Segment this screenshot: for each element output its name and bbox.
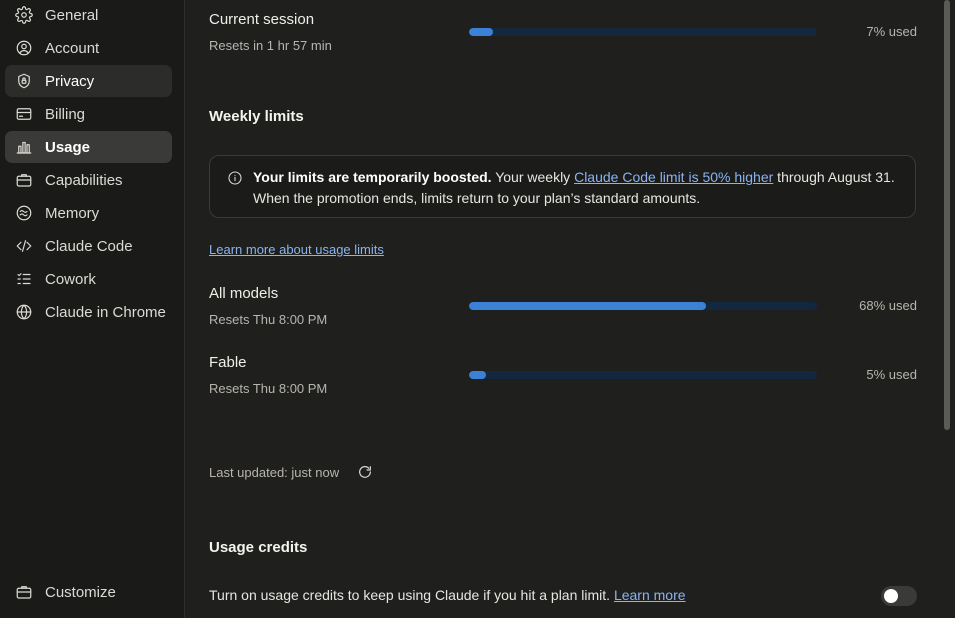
weekly-limits-heading: Weekly limits — [209, 108, 304, 125]
session-title: Current session — [209, 11, 315, 28]
fable-resets: Resets Thu 8:00 PM — [209, 381, 328, 396]
all-models-resets: Resets Thu 8:00 PM — [209, 312, 328, 327]
all-models-title: All models — [209, 285, 279, 302]
sidebar-item-label: Billing — [45, 105, 86, 123]
sidebar-item-memory[interactable]: Memory — [5, 197, 172, 229]
notice-bold: Your limits are temporarily boosted. — [253, 169, 492, 185]
scrollbar-thumb[interactable] — [944, 0, 950, 430]
globe-icon — [14, 302, 34, 322]
notice-text: Your limits are temporarily boosted. You… — [253, 167, 903, 209]
memory-icon — [14, 203, 34, 223]
gear-icon — [14, 5, 34, 25]
sidebar-item-claude-code[interactable]: Claude Code — [5, 230, 172, 262]
notice-text-before: Your weekly — [491, 169, 575, 185]
sidebar-item-label: Usage — [45, 138, 91, 156]
session-resets: Resets in 1 hr 57 min — [209, 38, 332, 53]
sidebar-item-billing[interactable]: Billing — [5, 98, 172, 130]
briefcase-icon — [14, 582, 34, 602]
session-usage-percent: 7% used — [866, 24, 917, 39]
claude-code-limit-link[interactable]: Claude Code limit is 50% higher — [574, 169, 773, 185]
sidebar-item-label: Privacy — [45, 72, 95, 90]
settings-sidebar: General Account Privacy Billing Usage Ca… — [0, 0, 185, 618]
usage-credits-description: Turn on usage credits to keep using Clau… — [209, 587, 686, 603]
progress-fill — [469, 28, 494, 36]
fable-progress-bar — [469, 371, 817, 379]
sidebar-item-label: Account — [45, 39, 100, 57]
usage-panel: Current session Resets in 1 hr 57 min 7%… — [185, 0, 940, 618]
session-progress-bar — [469, 28, 817, 36]
last-updated-text: Last updated: just now — [209, 465, 340, 480]
fable-title: Fable — [209, 354, 247, 371]
refresh-icon[interactable] — [357, 464, 375, 482]
progress-fill — [469, 302, 706, 310]
scrollbar[interactable] — [941, 0, 955, 618]
sidebar-item-label: Customize — [45, 583, 116, 601]
sidebar-item-privacy[interactable]: Privacy — [5, 65, 172, 97]
sidebar-item-claude-in-chrome[interactable]: Claude in Chrome — [5, 296, 172, 328]
checklist-icon — [14, 269, 34, 289]
credits-learn-more-link[interactable]: Learn more — [614, 587, 686, 603]
all-models-progress-bar — [469, 302, 817, 310]
sidebar-item-usage[interactable]: Usage — [5, 131, 172, 163]
learn-more-usage-limits-link[interactable]: Learn more about usage limits — [209, 242, 384, 257]
credit-card-icon — [14, 104, 34, 124]
usage-credits-heading: Usage credits — [209, 539, 308, 556]
info-icon — [227, 170, 245, 188]
sidebar-item-customize[interactable]: Customize — [5, 576, 172, 608]
sidebar-item-account[interactable]: Account — [5, 32, 172, 64]
toggle-knob — [884, 589, 898, 603]
bar-chart-icon — [14, 137, 34, 157]
credits-text: Turn on usage credits to keep using Clau… — [209, 587, 611, 603]
boost-notice: Your limits are temporarily boosted. You… — [209, 155, 916, 218]
sidebar-item-cowork[interactable]: Cowork — [5, 263, 172, 295]
sidebar-item-label: Claude in Chrome — [45, 303, 166, 321]
code-icon — [14, 236, 34, 256]
sidebar-item-capabilities[interactable]: Capabilities — [5, 164, 172, 196]
sidebar-item-label: General — [45, 6, 99, 24]
shield-icon — [14, 71, 34, 91]
all-models-usage-percent: 68% used — [859, 298, 917, 313]
sidebar-item-label: Cowork — [45, 270, 96, 288]
usage-credits-toggle[interactable] — [881, 586, 917, 606]
sidebar-item-label: Capabilities — [45, 171, 123, 189]
sidebar-item-label: Memory — [45, 204, 100, 222]
sidebar-item-general[interactable]: General — [5, 0, 172, 31]
sidebar-item-label: Claude Code — [45, 237, 133, 255]
fable-usage-percent: 5% used — [866, 367, 917, 382]
account-icon — [14, 38, 34, 58]
briefcase-icon — [14, 170, 34, 190]
progress-fill — [469, 371, 487, 379]
